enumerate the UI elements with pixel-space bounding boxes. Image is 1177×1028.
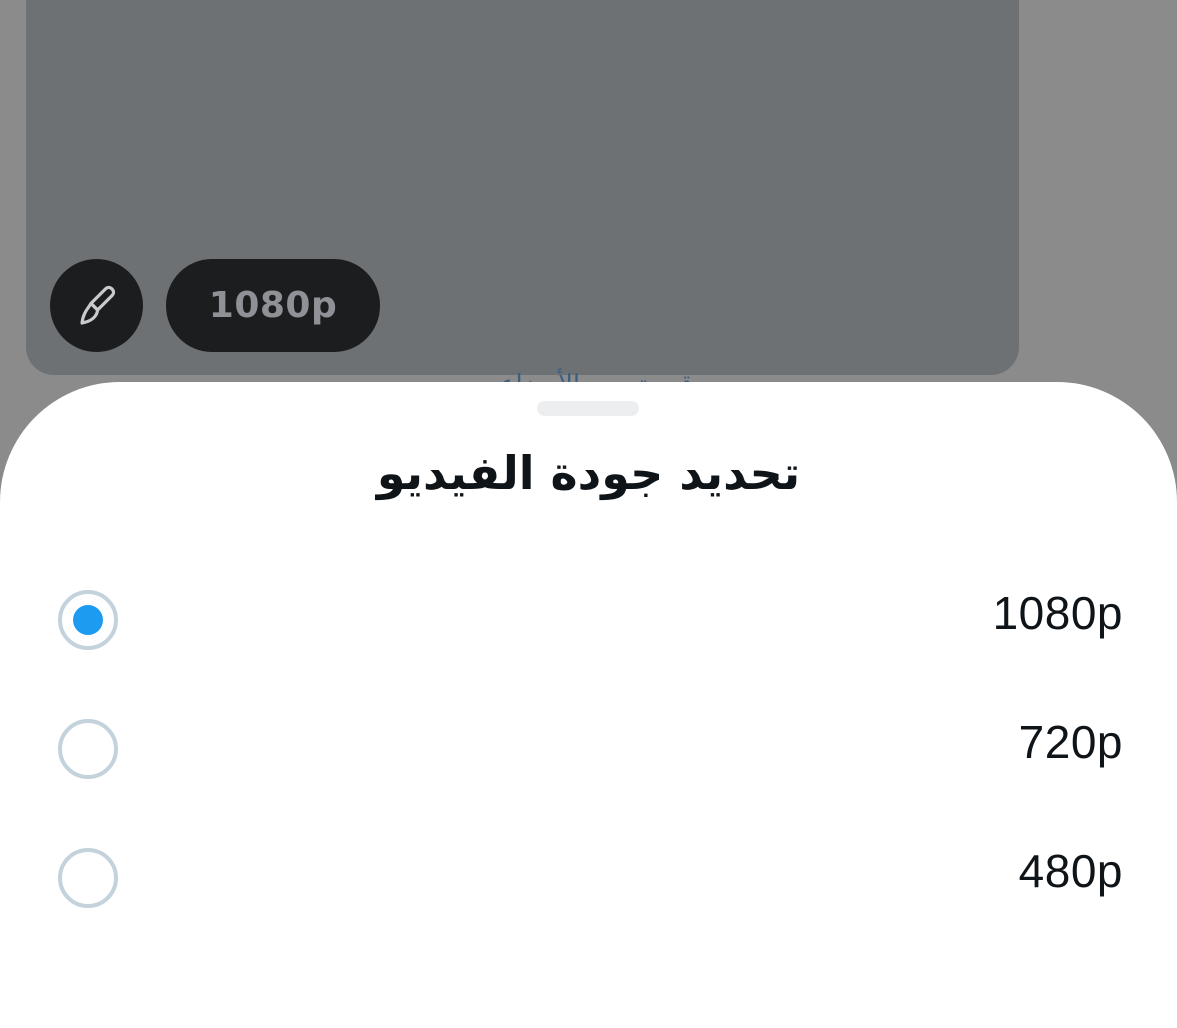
option-label: 720p bbox=[1018, 716, 1123, 768]
radio-720p[interactable] bbox=[58, 719, 118, 779]
option-label: 480p bbox=[1018, 845, 1123, 897]
radio-1080p[interactable] bbox=[58, 590, 118, 650]
app-root: 1080p قم بتحديد الأوضاع تحديد جودة الفيد… bbox=[0, 0, 1177, 1028]
quality-pill[interactable]: 1080p bbox=[166, 259, 380, 352]
option-label: 1080p bbox=[992, 587, 1123, 639]
radio-selected-dot bbox=[73, 605, 103, 635]
sheet-grabber[interactable] bbox=[537, 401, 639, 416]
option-720p[interactable]: 720p bbox=[0, 693, 1177, 803]
brush-icon bbox=[79, 285, 115, 325]
edit-button[interactable] bbox=[50, 259, 143, 352]
radio-480p[interactable] bbox=[58, 848, 118, 908]
option-1080p[interactable]: 1080p bbox=[0, 564, 1177, 674]
bottom-sheet: تحديد جودة الفيديو 1080p 720p 480p bbox=[0, 382, 1177, 1028]
option-480p[interactable]: 480p bbox=[0, 822, 1177, 932]
quality-pill-label: 1080p bbox=[208, 285, 338, 326]
sheet-title: تحديد جودة الفيديو bbox=[376, 446, 801, 500]
